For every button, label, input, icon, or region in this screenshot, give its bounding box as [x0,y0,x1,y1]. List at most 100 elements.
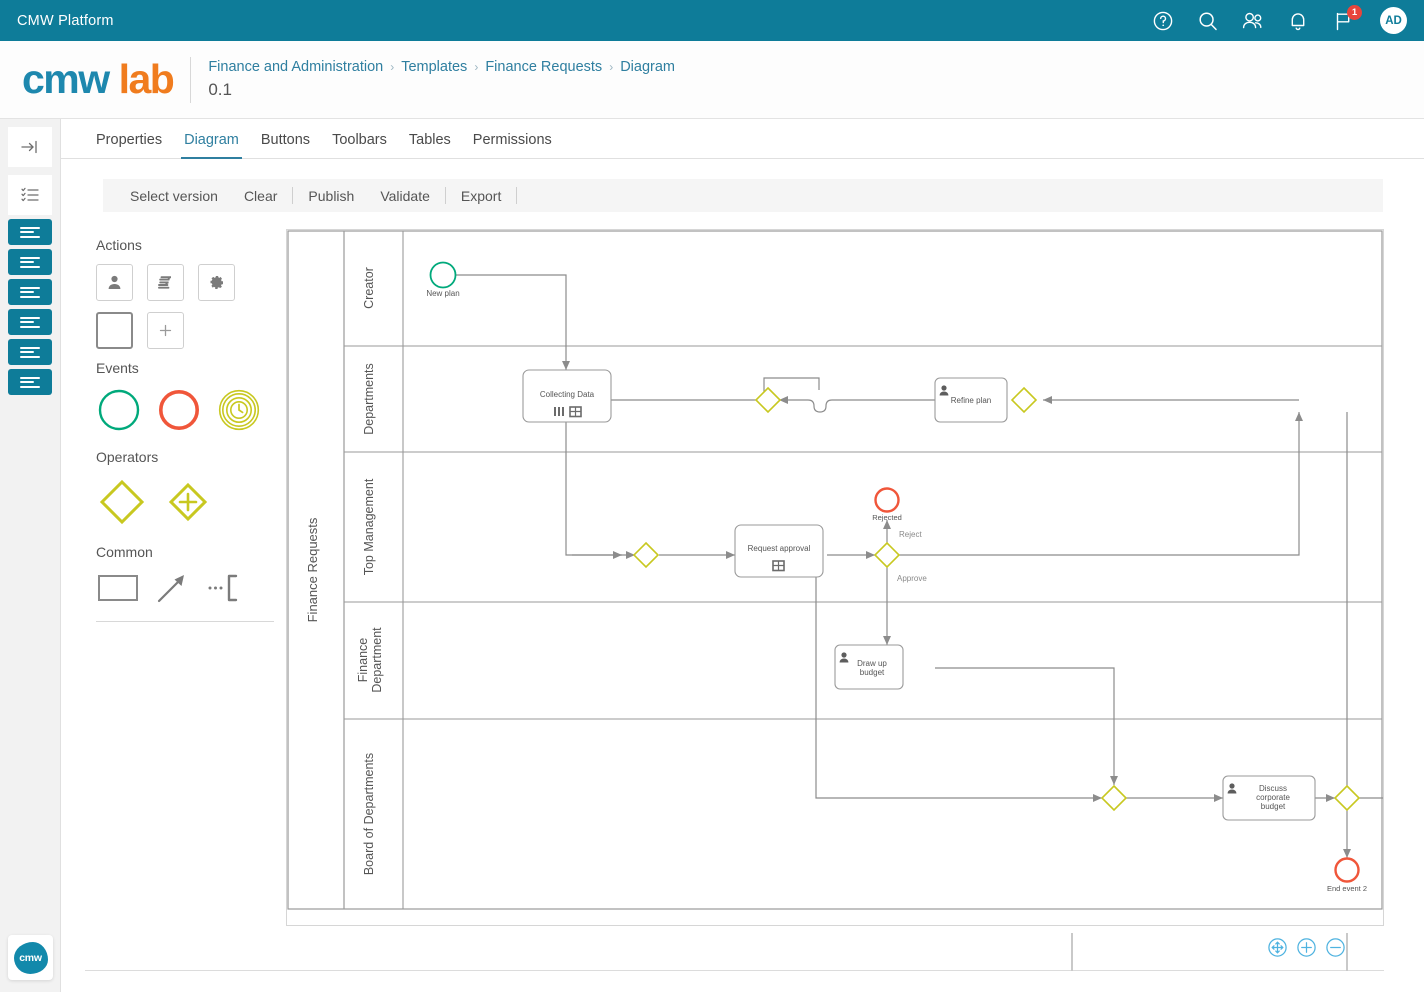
node-collecting-data[interactable]: Collecting Data [522,369,612,423]
flag-icon[interactable]: 1 [1331,4,1362,33]
publish-button[interactable]: Publish [295,188,367,204]
node-label-discuss-3: budget [1261,802,1286,811]
toolbar-divider-3 [516,187,518,204]
header-text-block: Finance and Administration › Templates ›… [208,59,675,100]
breadcrumb-separator-0: › [390,60,395,74]
select-version-button[interactable]: Select version [117,188,231,204]
zoom-in-button[interactable] [1296,937,1317,958]
palette-actions-row-1 [96,264,286,301]
rail-item-5[interactable] [8,339,52,365]
end-event-icon [874,487,900,513]
node-request-approval[interactable]: Request approval [734,524,824,578]
service-task-icon[interactable] [198,264,235,301]
zoom-out-button[interactable] [1325,937,1346,958]
tab-diagram[interactable]: Diagram [173,132,250,159]
expand-rail-icon[interactable] [8,127,52,167]
help-icon[interactable] [1151,9,1175,33]
tab-bar: Properties Diagram Buttons Toolbars Tabl… [61,119,1424,159]
node-draw-up-budget[interactable]: Draw up budget [834,644,904,690]
users-icon[interactable] [1241,9,1265,33]
end-event-icon[interactable] [156,387,202,433]
left-rail: cmw [0,119,61,992]
end-event-icon [1334,857,1360,883]
arrow-icon[interactable] [154,571,192,605]
node-refine-plan[interactable]: Refine plan [934,377,1008,423]
breadcrumb-separator-2: › [609,60,614,74]
palette-group-title-events: Events [96,360,139,376]
palette-group-title-actions: Actions [96,237,142,253]
tab-toolbars[interactable]: Toolbars [321,132,398,158]
status-bar [85,933,1384,971]
toolbar-divider-2 [444,187,446,204]
node-label-collecting-data: Collecting Data [540,390,595,399]
page-header: cmw lab Finance and Administration › Tem… [0,41,1424,119]
node-discuss-budget[interactable]: Discuss corporate budget [1222,775,1316,821]
tab-buttons[interactable]: Buttons [250,132,321,158]
menu-lines-icon [20,224,40,240]
clear-button[interactable]: Clear [231,188,290,204]
header-divider [190,56,192,103]
rail-item-3[interactable] [8,279,52,305]
status-bar-divider-1 [1071,933,1073,971]
parallel-marker-icon [554,407,564,416]
pool-label: Finance Requests [305,517,320,622]
node-rejected[interactable]: Rejected [872,487,902,523]
node-label-draw-up-budget-1: Draw up [857,659,887,668]
toolbar-divider-1 [292,187,294,204]
node-label-rejected: Rejected [872,513,902,522]
rail-item-1[interactable] [8,219,52,245]
menu-lines-icon [20,254,40,270]
breadcrumb-separator-1: › [474,60,479,74]
script-task-icon[interactable] [147,264,184,301]
zoom-controls [1267,937,1346,958]
breadcrumb-item-0[interactable]: Finance and Administration [208,59,383,75]
node-label-new-plan: New plan [426,289,459,298]
rail-item-6[interactable] [8,369,52,395]
top-bar-icons: 1 AD [1151,4,1407,34]
tab-permissions[interactable]: Permissions [462,132,563,158]
status-bar-divider-2 [1346,933,1348,971]
empty-task-icon[interactable] [96,312,133,349]
menu-lines-icon [20,374,40,390]
rail-item-2[interactable] [8,249,52,275]
annotation-icon[interactable] [206,571,242,605]
version-label: 0.1 [208,80,232,99]
diagram-canvas[interactable]: Finance Requests Creator Departments Top… [286,229,1384,926]
exclusive-gateway-icon[interactable] [96,476,148,528]
cmw-badge-logo[interactable]: cmw [8,935,53,980]
timer-event-icon[interactable] [216,387,262,433]
app-root: CMW Platform 1 AD cmw lab Finance and Ad… [0,0,1424,992]
node-label-end-event-2: End event 2 [1327,884,1367,893]
tab-tables[interactable]: Tables [398,132,462,158]
node-label-discuss-2: corporate [1256,793,1290,802]
fit-to-screen-button[interactable] [1267,937,1288,958]
search-icon[interactable] [1196,9,1220,33]
flow-label-approve: Approve [897,574,927,583]
avatar[interactable]: AD [1380,7,1407,34]
export-button[interactable]: Export [448,188,514,204]
breadcrumb-item-3[interactable]: Diagram [620,59,675,75]
validate-button[interactable]: Validate [367,188,443,204]
logo-text-cmw: cmw [22,56,110,102]
pool-border [287,230,1383,910]
cmw-lab-logo[interactable]: cmw lab [22,56,175,102]
lane-label-departments: Departments [362,363,376,435]
parallel-gateway-icon[interactable] [162,476,214,528]
lane-label-board-of-departments: Board of Departments [362,753,376,875]
add-task-icon[interactable] [147,312,184,349]
checklist-icon[interactable] [8,175,52,215]
breadcrumb-item-1[interactable]: Templates [401,59,467,75]
palette-group-title-common: Common [96,544,153,560]
tab-properties[interactable]: Properties [85,132,173,158]
node-label-request-approval: Request approval [748,544,811,553]
lane-label-finance-department-2: Department [370,627,384,693]
shape-palette: Actions Events Operators Common [96,237,286,622]
rectangle-icon[interactable] [96,572,140,604]
flow-label-reject: Reject [899,530,922,539]
rail-item-4[interactable] [8,309,52,335]
start-event-icon[interactable] [96,387,142,433]
bell-icon[interactable] [1286,9,1310,33]
user-task-icon[interactable] [96,264,133,301]
start-event-icon [429,261,457,289]
breadcrumb-item-2[interactable]: Finance Requests [485,59,602,75]
